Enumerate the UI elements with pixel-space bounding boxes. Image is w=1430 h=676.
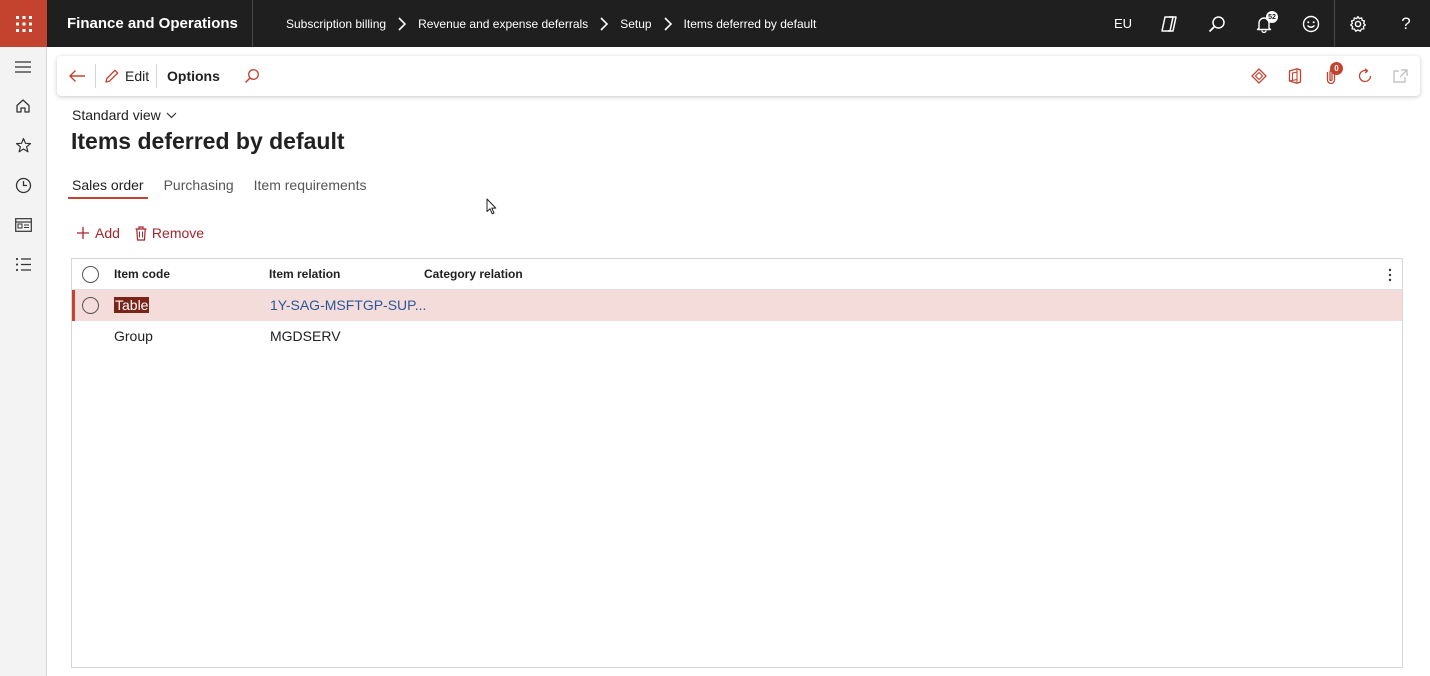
item-relation-cell[interactable]: MGDSERV xyxy=(270,321,341,352)
workspaces-button[interactable] xyxy=(0,208,46,242)
smiley-icon xyxy=(1302,15,1320,32)
view-name: Standard view xyxy=(72,107,161,123)
attachments-count-badge: 0 xyxy=(1330,62,1343,75)
grid-toolbar: Add Remove xyxy=(76,222,219,244)
modules-button[interactable] xyxy=(0,247,46,281)
breadcrumb-item-revenue-and-expense-deferrals[interactable]: Revenue and expense deferrals xyxy=(418,17,588,31)
table-row[interactable]: Table 1Y-SAG-MSFTGP-SUP... xyxy=(72,290,1402,321)
topbar-divider xyxy=(252,0,253,47)
tab-sales-order[interactable]: Sales order xyxy=(68,176,148,200)
edit-label: Edit xyxy=(125,68,150,84)
remove-label: Remove xyxy=(151,225,205,241)
grid-header: Item code Item relation Category relatio… xyxy=(72,259,1402,290)
home-icon xyxy=(16,99,30,113)
table-row[interactable]: Group MGDSERV xyxy=(72,321,1402,352)
view-selector[interactable]: Standard view xyxy=(72,107,177,123)
active-row-marker xyxy=(72,290,75,321)
app-title[interactable]: Finance and Operations xyxy=(67,0,238,47)
action-search-button[interactable] xyxy=(242,56,262,96)
star-icon xyxy=(15,137,31,152)
column-options-button[interactable] xyxy=(1383,259,1397,290)
edit-button[interactable]: Edit xyxy=(104,56,149,96)
plus-icon xyxy=(77,227,89,239)
add-button[interactable]: Add xyxy=(76,225,120,241)
app-launcher-button[interactable] xyxy=(0,0,47,47)
column-header-item-code[interactable]: Item code xyxy=(114,259,170,290)
search-button[interactable] xyxy=(1202,0,1232,47)
topbar-divider xyxy=(1334,0,1335,47)
waffle-icon xyxy=(15,15,32,32)
hamburger-icon xyxy=(15,61,31,73)
settings-button[interactable] xyxy=(1343,0,1373,47)
search-icon xyxy=(244,69,259,84)
column-header-item-relation[interactable]: Item relation xyxy=(269,259,340,290)
tab-item-requirements[interactable]: Item requirements xyxy=(254,176,367,200)
items-grid: Item code Item relation Category relatio… xyxy=(71,258,1403,668)
tab-purchasing[interactable]: Purchasing xyxy=(164,176,234,200)
options-tab[interactable]: Options xyxy=(167,56,220,96)
back-arrow-icon xyxy=(69,70,85,82)
page-title: Items deferred by default xyxy=(71,128,345,154)
item-code-cell[interactable]: Table xyxy=(114,290,150,321)
action-pane: Edit Options 0 xyxy=(57,56,1420,96)
favorites-button[interactable] xyxy=(0,128,46,162)
chevron-right-icon xyxy=(663,16,672,31)
action-pane-divider xyxy=(95,64,96,88)
item-code-cell[interactable]: Group xyxy=(114,321,153,352)
power-apps-icon xyxy=(1251,68,1267,84)
add-label: Add xyxy=(95,225,120,241)
help-icon: ? xyxy=(1401,13,1411,33)
workspace-icon xyxy=(14,218,32,232)
feedback-button[interactable] xyxy=(1296,0,1326,47)
column-header-category-relation[interactable]: Category relation xyxy=(424,259,523,290)
mouse-pointer-icon xyxy=(486,198,497,220)
notifications-button[interactable]: 52 xyxy=(1249,0,1279,47)
open-new-window-icon xyxy=(1392,69,1408,83)
row-select-radio[interactable] xyxy=(82,297,99,314)
gear-icon xyxy=(1350,15,1366,32)
chevron-right-icon xyxy=(600,16,609,31)
tab-strip: Sales order Purchasing Item requirements xyxy=(68,176,386,200)
notification-count-badge: 52 xyxy=(1266,11,1278,23)
item-relation-link[interactable]: 1Y-SAG-MSFTGP-SUP... xyxy=(270,290,426,321)
clock-icon xyxy=(15,177,31,193)
office-icon xyxy=(1288,68,1302,84)
more-vertical-icon xyxy=(1388,268,1392,281)
expand-navigation-button[interactable] xyxy=(0,50,46,84)
back-button[interactable] xyxy=(67,56,87,96)
item-code-value[interactable]: Table xyxy=(114,297,150,313)
modules-icon xyxy=(15,257,31,271)
breadcrumb-item-items-deferred-by-default[interactable]: Items deferred by default xyxy=(684,17,817,31)
power-apps-button[interactable] xyxy=(1244,56,1274,96)
pencil-icon xyxy=(105,69,119,83)
attachments-button[interactable]: 0 xyxy=(1316,56,1346,96)
refresh-button[interactable] xyxy=(1350,56,1380,96)
breadcrumb-item-subscription-billing[interactable]: Subscription billing xyxy=(286,17,386,31)
remove-button[interactable]: Remove xyxy=(135,225,204,241)
copilot-icon xyxy=(1161,15,1177,32)
chevron-right-icon xyxy=(398,16,407,31)
search-icon xyxy=(1208,15,1225,32)
breadcrumb: Subscription billing Revenue and expense… xyxy=(286,0,816,47)
top-bar: Finance and Operations Subscription bill… xyxy=(0,0,1430,47)
select-all-radio[interactable] xyxy=(82,266,99,283)
recent-button[interactable] xyxy=(0,168,46,202)
open-in-office-button[interactable] xyxy=(1280,56,1310,96)
trash-icon xyxy=(135,225,147,241)
home-button[interactable] xyxy=(0,89,46,123)
open-in-new-window-button[interactable] xyxy=(1385,56,1415,96)
refresh-icon xyxy=(1358,68,1372,83)
company-picker[interactable]: EU xyxy=(1107,0,1139,47)
breadcrumb-item-setup[interactable]: Setup xyxy=(620,17,651,31)
action-pane-divider xyxy=(156,64,157,88)
copilot-button[interactable] xyxy=(1154,0,1184,47)
navigation-pane xyxy=(0,47,47,676)
help-button[interactable]: ? xyxy=(1391,0,1421,47)
chevron-down-icon xyxy=(166,112,177,118)
